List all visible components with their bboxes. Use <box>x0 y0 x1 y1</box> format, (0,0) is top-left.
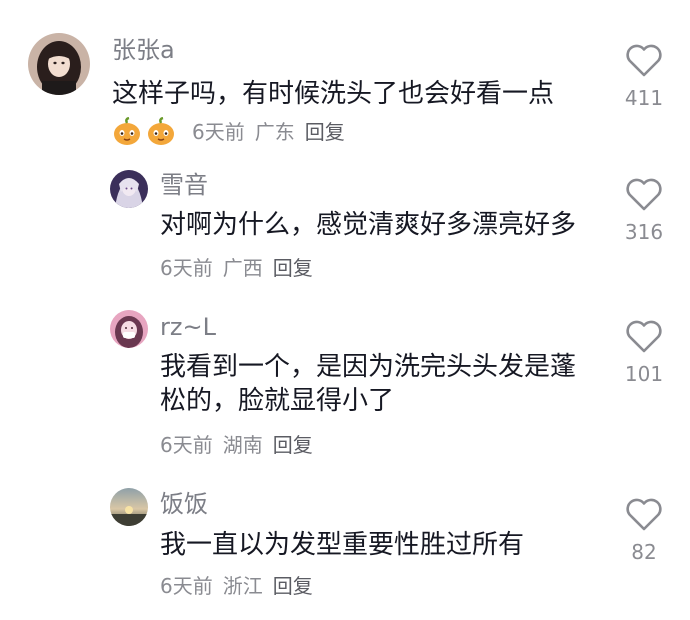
reply-button[interactable]: 回复 <box>273 254 313 282</box>
reply-button[interactable]: 回复 <box>273 572 313 600</box>
comment-location: 浙江 <box>222 574 263 598</box>
heart-icon <box>626 498 662 531</box>
comment-username[interactable]: rz~L <box>160 312 216 342</box>
comment-location: 广东 <box>254 120 295 144</box>
heart-icon <box>626 44 662 77</box>
heart-icon <box>626 320 662 353</box>
comment-meta: 6天前 广西 回复 <box>160 254 313 282</box>
pumpkin-emoji-icon <box>146 117 176 147</box>
comment-date: 6天前 <box>160 574 213 598</box>
like-count: 411 <box>624 86 664 110</box>
comment-date: 6天前 <box>160 256 213 280</box>
like-count: 101 <box>624 362 664 386</box>
heart-icon <box>626 178 662 211</box>
like-count: 316 <box>624 220 664 244</box>
comment-username[interactable]: 雪音 <box>160 170 208 200</box>
comment-text: 我一直以为发型重要性胜过所有 <box>160 530 525 560</box>
reply-button[interactable]: 回复 <box>305 118 345 146</box>
comment-meta: 6天前 广东 回复 <box>112 117 345 147</box>
avatar[interactable] <box>28 33 90 95</box>
comment-date: 6天前 <box>160 433 213 457</box>
comment-text: 我看到一个，是因为洗完头头发是蓬 松的，脸就显得小了 <box>160 352 577 416</box>
avatar[interactable] <box>110 488 148 526</box>
like-button[interactable]: 411 <box>618 42 670 110</box>
comment-date: 6天前 <box>192 120 245 144</box>
comment-text: 对啊为什么，感觉清爽好多漂亮好多 <box>160 210 577 240</box>
comment-meta: 6天前 湖南 回复 <box>160 431 313 459</box>
avatar[interactable] <box>110 310 148 348</box>
comment-username[interactable]: 饭饭 <box>160 489 208 519</box>
comment-location: 湖南 <box>222 433 263 457</box>
comment-text: 这样子吗，有时候洗头了也会好看一点 <box>112 79 555 109</box>
pumpkin-emoji-icon <box>112 117 142 147</box>
comment-meta: 6天前 浙江 回复 <box>160 572 313 600</box>
reply-button[interactable]: 回复 <box>273 431 313 459</box>
avatar[interactable] <box>110 170 148 208</box>
like-count: 82 <box>631 540 657 564</box>
like-button[interactable]: 82 <box>618 496 670 564</box>
like-button[interactable]: 316 <box>618 176 670 244</box>
emoji-group <box>112 117 180 147</box>
comment-username[interactable]: 张张a <box>112 35 175 65</box>
like-button[interactable]: 101 <box>618 318 670 386</box>
comment-location: 广西 <box>222 256 263 280</box>
